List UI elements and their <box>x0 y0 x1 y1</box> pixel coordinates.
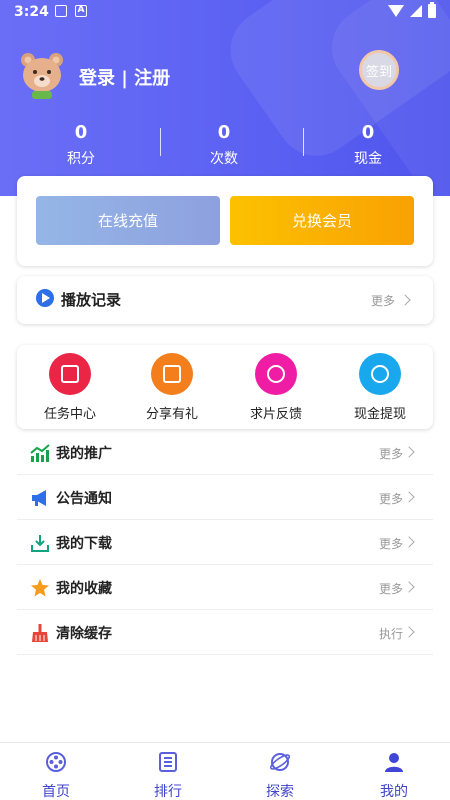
stats-row: 0 积分 0 次数 0 现金 <box>0 122 450 168</box>
ranking-icon <box>159 752 177 772</box>
tab-explore[interactable]: 探索 <box>240 751 320 800</box>
chart-icon <box>30 444 50 462</box>
more-link[interactable]: 更多 <box>371 292 395 309</box>
nav-label: 我的 <box>380 784 408 800</box>
chevron-right-icon <box>403 626 415 638</box>
list-item-label: 我的收藏 <box>56 581 112 597</box>
stat-label: 次数 <box>210 151 238 167</box>
stat-divider <box>160 128 161 156</box>
feedback-icon <box>255 353 297 395</box>
megaphone-icon <box>32 490 46 506</box>
stat-value: 0 <box>74 122 88 143</box>
bottom-navigation: 首页 排行 探索 我的 <box>0 742 450 800</box>
list-item-label: 公告通知 <box>56 491 112 507</box>
wifi-icon <box>388 5 404 17</box>
stat-cash[interactable]: 0 现金 <box>318 122 418 168</box>
download-icon <box>31 535 49 552</box>
recharge-button[interactable]: 在线充值 <box>36 196 220 245</box>
grid-item-cash-withdraw[interactable]: 现金提现 <box>335 353 425 422</box>
list-item-downloads[interactable]: 我的下载 更多 <box>17 520 433 565</box>
chevron-right-icon <box>403 581 415 593</box>
list-item-action[interactable]: 更多 <box>379 445 403 462</box>
gift-icon <box>151 353 193 395</box>
stat-label: 现金 <box>354 151 382 167</box>
action-card: 在线充值 兑换会员 <box>17 176 433 266</box>
task-icon <box>49 353 91 395</box>
status-time: 3:24 <box>14 4 49 20</box>
grid-item-task-center[interactable]: 任务中心 <box>25 353 115 422</box>
stat-count[interactable]: 0 次数 <box>174 122 274 168</box>
list-item-announcement[interactable]: 公告通知 更多 <box>17 475 433 520</box>
explore-icon <box>269 753 291 771</box>
avatar[interactable] <box>16 48 68 100</box>
chevron-right-icon <box>403 491 415 503</box>
grid-label: 现金提现 <box>353 407 406 422</box>
play-history-label: 播放记录 <box>61 291 122 309</box>
stat-divider <box>303 128 304 156</box>
list-item-action[interactable]: 执行 <box>379 625 403 642</box>
feature-grid: 任务中心 分享有礼 求片反馈 现金提现 <box>17 345 433 429</box>
list-item-promotion[interactable]: 我的推广 更多 <box>17 430 433 475</box>
signal-icon <box>410 5 422 17</box>
list-item-action[interactable]: 更多 <box>379 490 403 507</box>
stat-value: 0 <box>361 122 375 143</box>
font-notification-icon: A <box>75 5 87 17</box>
star-icon <box>31 579 49 597</box>
stat-value: 0 <box>217 122 231 143</box>
money-bag-icon <box>359 353 401 395</box>
chevron-right-icon <box>403 446 415 458</box>
user-icon <box>385 753 403 772</box>
nav-label: 排行 <box>154 784 182 800</box>
tab-ranking[interactable]: 排行 <box>128 751 208 800</box>
broom-icon <box>32 624 48 642</box>
list-item-label: 我的推广 <box>56 446 112 462</box>
chevron-right-icon <box>403 536 415 548</box>
nav-label: 首页 <box>42 784 70 800</box>
list-item-label: 清除缓存 <box>56 626 112 642</box>
list-item-action[interactable]: 更多 <box>379 535 403 552</box>
grid-label: 任务中心 <box>43 407 96 422</box>
status-bar: 3:24 A <box>0 0 450 24</box>
chevron-right-icon <box>399 294 411 306</box>
list-item-label: 我的下载 <box>56 536 112 552</box>
list-item-favorites[interactable]: 我的收藏 更多 <box>17 565 433 610</box>
battery-icon <box>428 2 436 18</box>
grid-label: 分享有礼 <box>145 407 198 422</box>
login-register-link[interactable]: 登录 | 注册 <box>79 64 170 90</box>
list-item-action[interactable]: 更多 <box>379 580 403 597</box>
play-icon <box>36 289 54 307</box>
grid-label: 求片反馈 <box>249 407 302 422</box>
grid-item-request-feedback[interactable]: 求片反馈 <box>231 353 321 422</box>
stat-points[interactable]: 0 积分 <box>31 122 131 168</box>
play-history-card[interactable]: 播放记录 更多 <box>17 276 433 324</box>
redeem-member-button[interactable]: 兑换会员 <box>230 196 414 245</box>
tab-home[interactable]: 首页 <box>16 751 96 800</box>
image-notification-icon <box>55 5 67 17</box>
stat-label: 积分 <box>67 151 95 167</box>
home-film-icon <box>46 752 66 772</box>
tab-mine[interactable]: 我的 <box>354 751 434 800</box>
menu-list: 我的推广 更多 公告通知 更多 我的下载 更多 我的收藏 更多 清除缓存 执行 <box>17 430 433 655</box>
profile-header: 3:24 A 登录 | 注册 签到 0 积分 0 次数 0 现金 <box>0 0 450 196</box>
grid-item-share-gift[interactable]: 分享有礼 <box>127 353 217 422</box>
signin-button[interactable]: 签到 <box>359 50 399 90</box>
list-item-clear-cache[interactable]: 清除缓存 执行 <box>17 610 433 655</box>
nav-label: 探索 <box>266 784 294 800</box>
